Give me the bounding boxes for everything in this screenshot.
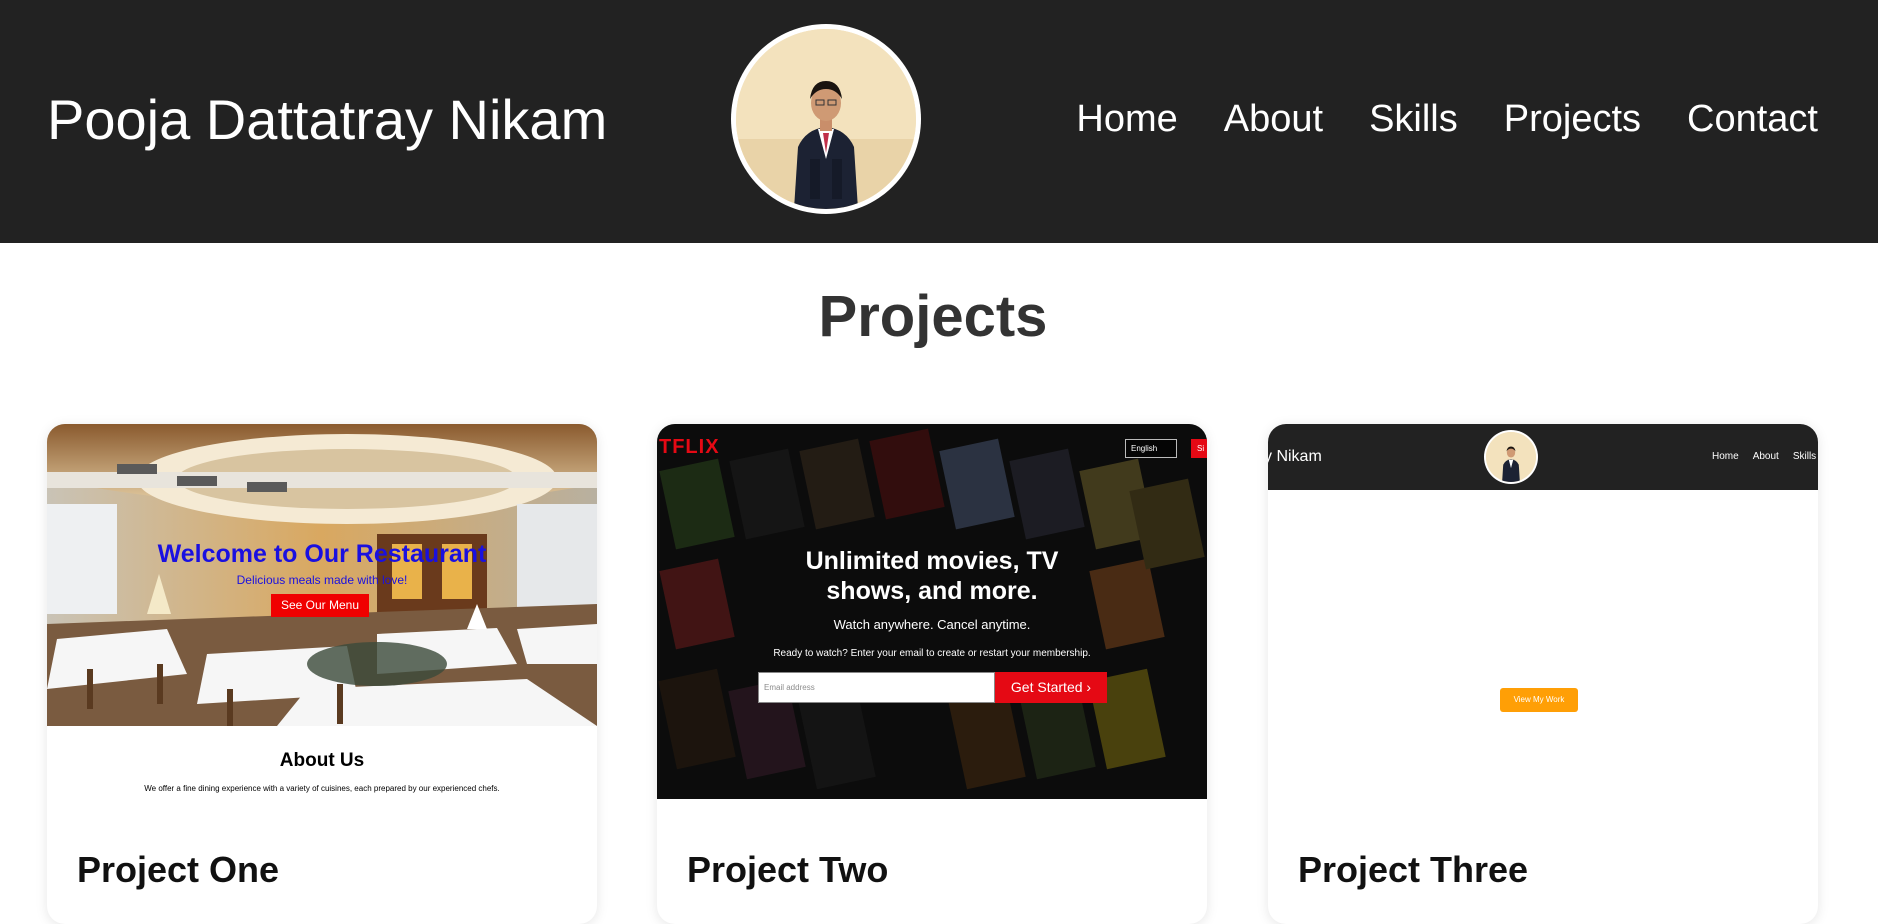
avatar: [736, 29, 916, 209]
site-header: Pooja Dattatray Nikam Home About Skills …: [0, 0, 1878, 243]
profile-photo: [736, 29, 916, 209]
see-menu-button[interactable]: See Our Menu: [271, 594, 369, 617]
profile-avatar-frame: [731, 24, 921, 214]
streaming-headline: Unlimited movies, TV shows, and more.: [657, 546, 1207, 606]
project-card-two[interactable]: TFLIX English Si Unlimited movies, TV sh…: [657, 424, 1207, 924]
project-two-title: Project Two: [687, 849, 889, 890]
sign-in-button[interactable]: Si: [1191, 439, 1207, 458]
project-one-preview[interactable]: Welcome to Our Restaurant Delicious meal…: [47, 424, 597, 799]
nav-contact[interactable]: Contact: [1687, 96, 1818, 142]
preview-nav-about[interactable]: About: [1753, 451, 1779, 462]
about-us-text: We offer a fine dining experience with a…: [144, 784, 500, 793]
view-my-work-button[interactable]: View My Work: [1500, 688, 1578, 712]
project-three-preview[interactable]: y Nikam Home About Skills View My Work: [1268, 424, 1818, 799]
project-card-three[interactable]: y Nikam Home About Skills View My Work P…: [1268, 424, 1818, 924]
restaurant-subheading: Delicious meals made with love!: [236, 573, 408, 587]
project-two-preview[interactable]: TFLIX English Si Unlimited movies, TV sh…: [657, 424, 1207, 799]
nav-home[interactable]: Home: [1076, 96, 1177, 142]
about-us-heading: About Us: [279, 750, 365, 771]
project-three-title: Project Three: [1298, 849, 1529, 890]
language-select[interactable]: English: [1125, 439, 1177, 458]
site-title: Pooja Dattatray Nikam: [47, 88, 608, 151]
headline-line-one: Unlimited movies, TV: [805, 547, 1059, 575]
restaurant-welcome-heading: Welcome to Our Restaurant: [157, 540, 487, 568]
portfolio-preview-nav: Home About Skills: [1712, 451, 1816, 462]
profile-photo-small: [1486, 432, 1536, 482]
portfolio-preview-header: y Nikam Home About Skills: [1268, 424, 1818, 490]
main-nav: Home About Skills Projects Contact: [1076, 96, 1818, 142]
get-started-label: Get Started: [1010, 679, 1083, 695]
preview-nav-home[interactable]: Home: [1712, 451, 1739, 462]
nav-skills[interactable]: Skills: [1369, 96, 1458, 142]
email-field[interactable]: Email address: [758, 672, 995, 703]
avatar: [1486, 432, 1536, 482]
project-one-title: Project One: [77, 849, 280, 890]
get-started-button[interactable]: Get Started ›: [995, 672, 1107, 703]
preview-nav-skills[interactable]: Skills: [1793, 451, 1816, 462]
projects-section-title: Projects: [818, 284, 1048, 349]
chevron-right-icon: ›: [1086, 679, 1092, 695]
headline-line-two: shows, and more.: [826, 577, 1038, 605]
nav-about[interactable]: About: [1224, 96, 1323, 142]
streaming-logo: TFLIX: [659, 436, 720, 458]
membership-prompt: Ready to watch? Enter your email to crea…: [773, 648, 1091, 659]
portfolio-preview-name: y Nikam: [1268, 448, 1322, 465]
nav-projects[interactable]: Projects: [1504, 96, 1641, 142]
movie-poster-collage: [657, 424, 1207, 799]
watch-anywhere-text: Watch anywhere. Cancel anytime.: [833, 617, 1031, 632]
portfolio-preview-avatar-frame: [1484, 430, 1538, 484]
project-card-one[interactable]: Welcome to Our Restaurant Delicious meal…: [47, 424, 597, 924]
